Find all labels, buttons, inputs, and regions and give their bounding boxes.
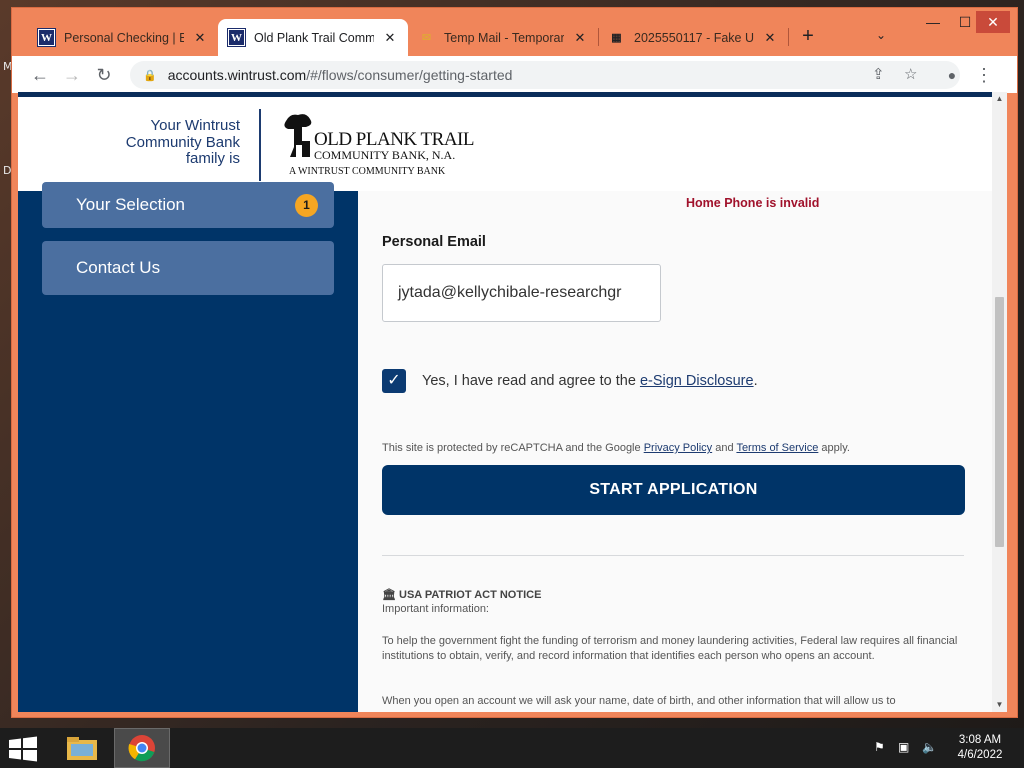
- tab-old-plank-trail[interactable]: W Old Plank Trail Commu ✕: [218, 19, 408, 56]
- recaptcha-text: apply.: [818, 442, 850, 454]
- bookmark-star-icon[interactable]: ☆: [904, 65, 917, 83]
- patriot-act-title: 🏛 USA PATRIOT ACT NOTICE: [382, 588, 541, 601]
- tab-title: Old Plank Trail Commu: [254, 30, 374, 45]
- sidebar-item-label: Contact Us: [76, 258, 161, 277]
- forward-button[interactable]: →: [60, 63, 84, 87]
- sidebar-item-contact-us[interactable]: Contact Us: [42, 241, 334, 295]
- chrome-icon: [128, 735, 155, 762]
- minimize-button[interactable]: —: [916, 11, 950, 33]
- tagline-line: family is: [185, 150, 240, 167]
- selection-count-badge: 1: [295, 193, 318, 217]
- url-host: accounts.wintrust.com: [167, 67, 307, 83]
- file-explorer-taskbar-button[interactable]: [54, 728, 110, 768]
- windows-start-icon[interactable]: [8, 736, 38, 762]
- share-icon[interactable]: ⇪: [872, 65, 885, 83]
- agree-end: .: [753, 373, 758, 389]
- action-center-flag-icon[interactable]: ⚑: [874, 740, 885, 754]
- grid-icon: ▦: [611, 32, 622, 44]
- mail-icon: ✉: [421, 32, 432, 44]
- reload-button[interactable]: ↻: [92, 63, 116, 87]
- tab-separator: [788, 28, 789, 46]
- clock-time: 3:08 AM: [958, 734, 1002, 746]
- sidebar-item-your-selection[interactable]: Your Selection 1: [42, 182, 334, 228]
- tab-personal-checking[interactable]: W Personal Checking | Blo ✕: [28, 19, 218, 56]
- tab-close-icon[interactable]: ✕: [572, 30, 588, 46]
- start-application-button[interactable]: START APPLICATION: [382, 465, 965, 515]
- lock-icon: 🔒: [143, 69, 157, 82]
- browser-menu-icon[interactable]: ⋮: [972, 63, 996, 87]
- url-path: /#/flows/consumer/getting-started: [306, 67, 513, 83]
- esign-agreement-text: Yes, I have read and agree to the e-Sign…: [422, 373, 758, 389]
- header-tagline: Your Wintrust Community Bank family is: [100, 117, 240, 168]
- logo-parent-note: A WINTRUST COMMUNITY BANK: [289, 166, 446, 177]
- new-tab-button[interactable]: +: [796, 25, 820, 48]
- wintrust-favicon-icon: W: [227, 28, 246, 47]
- close-window-button[interactable]: ✕: [976, 11, 1010, 33]
- patriot-act-subtitle: Important information:: [382, 603, 489, 615]
- tagline-line: Your Wintrust: [150, 117, 240, 134]
- page-header: Your Wintrust Community Bank family is O…: [18, 97, 992, 191]
- tab-title: 2025550117 - Fake US: [634, 30, 754, 45]
- esign-disclosure-link[interactable]: e-Sign Disclosure: [640, 373, 754, 389]
- esign-checkbox[interactable]: ✓: [382, 369, 406, 393]
- clock-date: 4/6/2022: [957, 749, 1003, 761]
- patriot-act-paragraph: When you open an account we will ask you…: [382, 695, 896, 707]
- tab-close-icon[interactable]: ✕: [382, 30, 398, 46]
- browser-toolbar: ← → ↻ 🔒 accounts.wintrust.com/#/flows/co…: [12, 56, 1017, 93]
- tab-fake-us-number[interactable]: ▦ 2025550117 - Fake US ✕: [598, 19, 788, 56]
- wintrust-favicon-icon: W: [37, 28, 56, 47]
- tab-temp-mail[interactable]: ✉ Temp Mail - Temporary ✕: [408, 19, 598, 56]
- tab-close-icon[interactable]: ✕: [762, 30, 778, 46]
- browser-window: W Personal Checking | Blo ✕ W Old Plank …: [11, 7, 1018, 718]
- header-divider: [259, 109, 261, 181]
- tab-close-icon[interactable]: ✕: [192, 30, 208, 46]
- address-bar[interactable]: 🔒 accounts.wintrust.com/#/flows/consumer…: [130, 61, 960, 89]
- bank-logo[interactable]: OLD PLANK TRAIL COMMUNITY BANK, N.A. A W…: [280, 111, 480, 181]
- back-button[interactable]: ←: [28, 63, 52, 87]
- tab-title: Personal Checking | Blo: [64, 30, 184, 45]
- taskbar: ⚑ ▣ 🔈 3:08 AM 4/6/2022: [0, 728, 1024, 768]
- network-icon[interactable]: ▣: [898, 740, 909, 754]
- section-divider: [382, 555, 964, 556]
- volume-muted-icon[interactable]: 🔈: [922, 740, 937, 754]
- bank-building-icon: 🏛: [382, 589, 396, 601]
- url-text[interactable]: accounts.wintrust.com/#/flows/consumer/g…: [168, 67, 513, 83]
- tab-search-button[interactable]: ⌄: [876, 28, 886, 42]
- email-label: Personal Email: [382, 234, 486, 250]
- recaptcha-text: and: [712, 442, 737, 454]
- system-clock[interactable]: 3:08 AM 4/6/2022: [950, 733, 1010, 763]
- sidebar-item-label: Your Selection: [76, 195, 186, 214]
- personal-email-input[interactable]: jytada@kellychibale-researchgr: [382, 264, 661, 322]
- folder-icon: [67, 737, 97, 760]
- chrome-taskbar-button[interactable]: [114, 728, 170, 768]
- patriot-title-text: USA PATRIOT ACT NOTICE: [399, 589, 542, 601]
- tree-logo-icon: [284, 114, 312, 157]
- scroll-up-arrow-icon[interactable]: ▲: [992, 94, 1007, 103]
- profile-avatar-icon[interactable]: ●: [940, 63, 964, 87]
- tagline-line: Community Bank: [125, 133, 240, 151]
- tab-title: Temp Mail - Temporary: [444, 30, 564, 45]
- logo-bank-subtitle: COMMUNITY BANK, N.A.: [314, 148, 456, 162]
- recaptcha-notice: This site is protected by reCAPTCHA and …: [382, 442, 850, 454]
- page-scrollbar[interactable]: ▲ ▼: [992, 92, 1007, 712]
- tab-strip: W Personal Checking | Blo ✕ W Old Plank …: [12, 8, 1017, 56]
- application-form: Home Phone is invalid Personal Email jyt…: [358, 191, 992, 712]
- sidebar: Your Selection 1 Contact Us: [18, 182, 358, 712]
- recaptcha-text: This site is protected by reCAPTCHA and …: [382, 442, 644, 454]
- agree-text: Yes, I have read and agree to the: [422, 373, 640, 389]
- page-viewport: Your Wintrust Community Bank family is O…: [18, 92, 992, 712]
- home-phone-error: Home Phone is invalid: [686, 196, 820, 210]
- scroll-down-arrow-icon[interactable]: ▼: [992, 700, 1007, 709]
- privacy-policy-link[interactable]: Privacy Policy: [644, 442, 712, 454]
- terms-of-service-link[interactable]: Terms of Service: [736, 442, 818, 454]
- patriot-act-paragraph: To help the government fight the funding…: [382, 635, 958, 662]
- scrollbar-thumb[interactable]: [995, 297, 1004, 547]
